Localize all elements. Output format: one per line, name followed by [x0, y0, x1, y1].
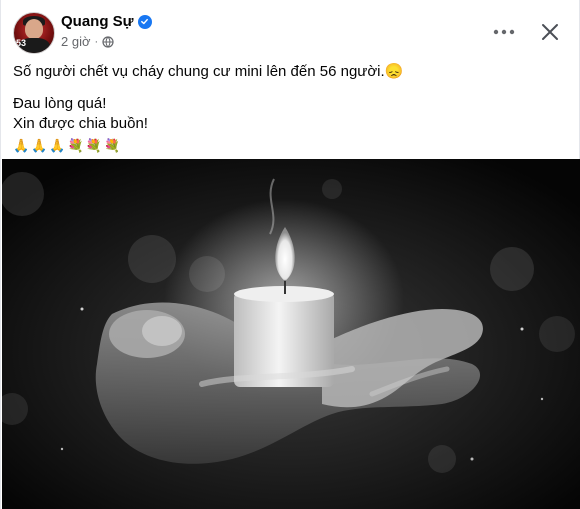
pray-emoji: 🙏: [49, 138, 66, 153]
pray-emoji: 🙏: [13, 138, 30, 153]
flower-emoji: 💐: [67, 138, 84, 153]
avatar-face: [25, 19, 43, 39]
author-avatar[interactable]: 53: [13, 12, 55, 54]
flower-emoji: 💐: [85, 138, 102, 153]
pray-emoji: 🙏: [31, 138, 48, 153]
close-icon: [542, 24, 558, 40]
post-text-line-2: Đau lòng quá!: [13, 95, 107, 112]
emoji-row: 🙏 🙏 🙏 💐 💐 💐: [13, 136, 567, 156]
candle-in-hands-image: [2, 159, 580, 509]
globe-icon[interactable]: [102, 35, 114, 48]
post-body: Số người chết vụ cháy chung cư mini lên …: [13, 62, 567, 156]
verified-badge-icon: [137, 14, 152, 29]
avatar-number: 53: [16, 38, 27, 48]
author-line: Quang Sự: [61, 13, 152, 30]
author-name[interactable]: Quang Sự: [61, 13, 134, 30]
post-meta: 2 giờ ·: [61, 34, 114, 49]
sad-emoji: 😞: [384, 63, 404, 80]
meta-separator: ·: [94, 35, 99, 48]
more-options-button[interactable]: [489, 17, 519, 47]
close-button[interactable]: [535, 17, 565, 47]
post-photo[interactable]: [2, 159, 580, 509]
post-card: 53 Quang Sự 2 giờ · Số người chết vụ chá…: [0, 0, 580, 509]
post-text-line-3: Xin được chia buồn!: [13, 115, 148, 132]
flower-emoji: 💐: [103, 138, 121, 153]
post-header: 53 Quang Sự 2 giờ ·: [13, 12, 567, 56]
post-timestamp[interactable]: 2 giờ: [61, 34, 91, 49]
more-options-icon: [493, 29, 515, 35]
post-text-main: Số người chết vụ cháy chung cư mini lên …: [13, 63, 385, 80]
post-text-line-1: Số người chết vụ cháy chung cư mini lên …: [13, 62, 567, 82]
